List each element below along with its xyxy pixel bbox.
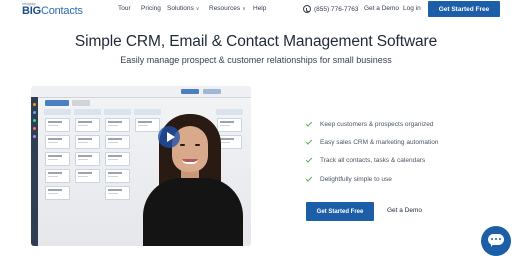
- feature-item: Keep customers & prospects organized: [305, 119, 433, 129]
- checkmark-icon: [305, 155, 313, 163]
- phone-link[interactable]: (855) 776-7763: [303, 3, 358, 15]
- chevron-down-icon: ∨: [195, 6, 200, 12]
- pipeline-card: [75, 118, 100, 132]
- pipeline-column-header: [104, 109, 131, 115]
- nav-solutions[interactable]: Solutions ∨: [167, 5, 199, 12]
- get-started-button[interactable]: Get Started Free: [306, 202, 374, 221]
- get-a-demo-link[interactable]: Get a Demo: [387, 207, 422, 214]
- presenter-smile: [182, 159, 198, 164]
- pipeline-card: [75, 152, 100, 166]
- checkmark-icon: [305, 174, 313, 182]
- pipeline-card: [45, 186, 70, 200]
- pipeline-card: [45, 169, 70, 183]
- pipeline-card: [75, 135, 100, 149]
- feature-item: Easy sales CRM & marketing automation: [305, 137, 439, 147]
- pipeline-column: [44, 109, 71, 246]
- phone-icon: [303, 5, 311, 13]
- chevron-down-icon: ∨: [242, 6, 246, 12]
- sidebar-dot: [33, 127, 36, 130]
- phone-number: (855) 776-7763: [314, 5, 359, 13]
- feature-item: Track all contacts, tasks & calendars: [305, 155, 425, 165]
- presenter-eye: [195, 144, 200, 146]
- play-button[interactable]: [158, 126, 180, 148]
- pipeline-card: [105, 135, 130, 149]
- page-subtitle: Easily manage prospect & customer relati…: [120, 55, 392, 65]
- nav-pricing[interactable]: Pricing: [141, 5, 161, 12]
- pipeline-card: [45, 118, 70, 132]
- pipeline-card: [105, 152, 130, 166]
- pipeline-column-header: [74, 109, 101, 115]
- presenter-top: [143, 178, 243, 246]
- app-preview-button: [203, 89, 221, 94]
- bigcontacts-logo[interactable]: Insightly BIGContacts: [22, 2, 102, 17]
- top-navigation: Insightly BIGContacts Tour Pricing Solut…: [0, 0, 512, 19]
- play-icon: [166, 131, 175, 142]
- sidebar-dot: [33, 135, 36, 138]
- pipeline-card: [105, 118, 130, 132]
- logo-wordmark: BIGContacts: [22, 5, 83, 17]
- pipeline-card: [105, 169, 130, 183]
- pipeline-card: [75, 169, 100, 183]
- nav-tour[interactable]: Tour: [118, 5, 131, 12]
- nav-get-a-demo[interactable]: Get a Demo: [364, 5, 399, 12]
- pipeline-card: [45, 152, 70, 166]
- presenter-eye: [180, 144, 185, 146]
- pipeline-card: [105, 186, 130, 200]
- sidebar-dot: [33, 111, 36, 114]
- app-preview-toolbar: [31, 86, 251, 98]
- app-preview-button: [181, 89, 199, 94]
- nav-help[interactable]: Help: [253, 5, 266, 12]
- header-get-started-button[interactable]: Get Started Free: [428, 1, 500, 17]
- nav-log-in[interactable]: Log in: [403, 5, 421, 12]
- product-video[interactable]: [31, 86, 251, 246]
- nav-resources[interactable]: Resources ∨: [209, 5, 246, 12]
- pipeline-card: [45, 135, 70, 149]
- chat-widget-button[interactable]: [481, 226, 511, 256]
- app-preview-tab: [72, 100, 90, 106]
- sidebar-dot: [33, 103, 36, 106]
- app-preview-sidebar: [31, 97, 38, 246]
- page-title: Simple CRM, Email & Contact Management S…: [74, 33, 438, 50]
- pipeline-column-header: [44, 109, 71, 115]
- pipeline-column: [104, 109, 131, 246]
- feature-item: Delightfully simple to use: [305, 174, 392, 184]
- presenter-image: [141, 114, 249, 246]
- checkmark-icon: [305, 119, 313, 127]
- chat-bubble-tail: [491, 243, 494, 247]
- sidebar-dot: [33, 119, 36, 122]
- app-preview-tab: [45, 100, 69, 106]
- chat-dots: [491, 238, 501, 240]
- pipeline-column: [74, 109, 101, 246]
- checkmark-icon: [305, 137, 313, 145]
